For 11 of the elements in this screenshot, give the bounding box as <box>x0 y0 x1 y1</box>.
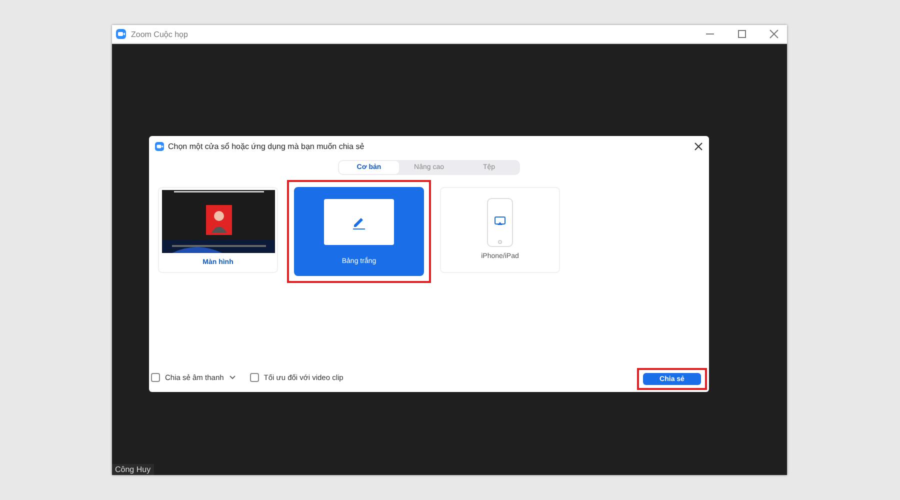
window-title: Zoom Cuộc họp <box>131 30 189 38</box>
checkbox[interactable] <box>151 372 160 382</box>
dropdown-caret-icon[interactable] <box>228 374 236 380</box>
app-icon <box>155 142 164 150</box>
dialog-title: Chọn một cửa sổ hoặc ứng dụng mà bạn muốn chia sẻ <box>168 142 366 150</box>
tablet-icon <box>487 198 513 247</box>
checkbox[interactable] <box>250 372 259 382</box>
maximize-icon[interactable] <box>737 29 747 39</box>
app-icon <box>116 29 126 39</box>
close-icon[interactable] <box>694 142 703 150</box>
participant-name: Công Huy <box>112 464 154 475</box>
